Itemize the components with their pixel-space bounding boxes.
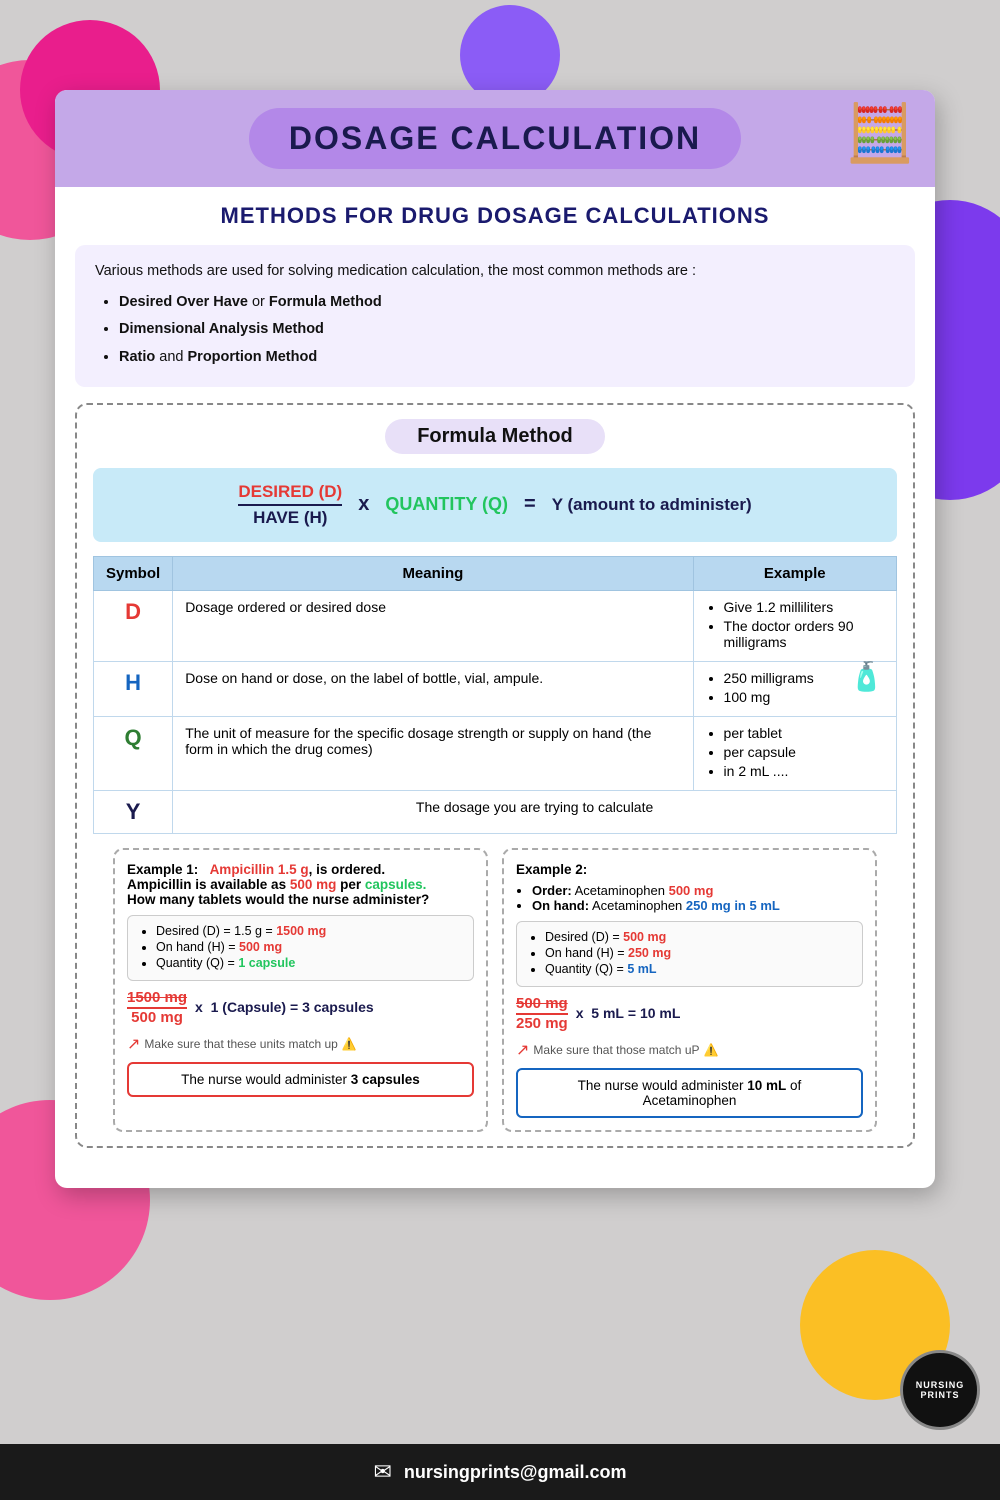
desired-label: DESIRED (D) (238, 482, 342, 506)
ex2-calc-eq: x 5 mL = 10 mL (576, 1005, 681, 1021)
symbol-q: Q (94, 716, 173, 790)
footer-email: nursingprints@gmail.com (404, 1462, 627, 1483)
intro-box: Various methods are used for solving med… (75, 245, 915, 387)
symbols-table: Symbol Meaning Example D Dosage ordered … (93, 556, 897, 834)
email-icon: ✉ (373, 1459, 391, 1485)
ex2-numerator: 500 mg (516, 995, 568, 1015)
ex1-arrow-icon: ↗ (127, 1034, 140, 1054)
examples-row: Example 1: Ampicillin 1.5 g, is ordered.… (113, 848, 877, 1132)
nursing-badge: NURSINGPRINTS (900, 1350, 980, 1430)
formula-section: Formula Method DESIRED (D) HAVE (H) x QU… (75, 403, 915, 1148)
ex2-calc-row: 500 mg 250 mg x 5 mL = 10 mL (516, 995, 863, 1032)
ex1-label: Example 1: (127, 862, 198, 877)
table-row-q: Q The unit of measure for the specific d… (94, 716, 897, 790)
ex2-answer-box: The nurse would administer 10 mL of Acet… (516, 1068, 863, 1118)
ex1-match-note: ↗ Make sure that these units match up ⚠️ (127, 1034, 474, 1054)
meaning-d: Dosage ordered or desired dose (173, 590, 693, 661)
ex2-label: Example 2: (516, 862, 587, 877)
list-item: Ratio and Proportion Method (119, 345, 895, 370)
ex2-match-note: ↗ Make sure that those match uP ⚠️ (516, 1040, 863, 1060)
have-label: HAVE (H) (253, 506, 327, 528)
list-item: Desired Over Have or Formula Method (119, 290, 895, 315)
times-symbol: x (358, 493, 369, 516)
ex1-drug: Ampicillin 1.5 g (210, 862, 309, 877)
main-card: DOSAGE CALCULATION 🧮 METHODS FOR DRUG DO… (55, 90, 935, 1188)
example-q: per tablet per capsule in 2 mL .... (693, 716, 896, 790)
title-pill: DOSAGE CALCULATION (249, 108, 741, 169)
ex1-fraction: 1500 mg 500 mg (127, 989, 187, 1026)
col-meaning: Meaning (173, 556, 693, 590)
example1-box: Example 1: Ampicillin 1.5 g, is ordered.… (113, 848, 488, 1132)
intro-text: Various methods are used for solving med… (95, 263, 696, 279)
example2-box: Example 2: Order: Acetaminophen 500 mg O… (502, 848, 877, 1132)
badge-text: NURSINGPRINTS (916, 1380, 965, 1400)
page-title: DOSAGE CALCULATION (289, 120, 701, 156)
quantity-label: QUANTITY (Q) (385, 494, 508, 515)
table-row-d: D Dosage ordered or desired dose Give 1.… (94, 590, 897, 661)
methods-subtitle: METHODS FOR DRUG DOSAGE CALCULATIONS (55, 187, 935, 237)
ex2-bullet-box: Desired (D) = 500 mg On hand (H) = 250 m… (516, 921, 863, 987)
col-example: Example (693, 556, 896, 590)
table-row-h: H Dose on hand or dose, on the label of … (94, 661, 897, 716)
ex1-warning-icon: ⚠️ (342, 1037, 357, 1051)
footer: ✉ nursingprints@gmail.com (0, 1444, 1000, 1500)
ex2-answer: The nurse would administer 10 mL of Acet… (578, 1078, 802, 1108)
ex1-denominator: 500 mg (131, 1009, 183, 1026)
meaning-q: The unit of measure for the specific dos… (173, 716, 693, 790)
meaning-y: The dosage you are trying to calculate (173, 790, 897, 833)
ex1-match-text: Make sure that these units match up (144, 1037, 337, 1051)
symbol-y: Y (94, 790, 173, 833)
ex2-denominator: 250 mg (516, 1015, 568, 1032)
ex1-numerator: 1500 mg (127, 989, 187, 1009)
ex1-answer-box: The nurse would administer 3 capsules (127, 1062, 474, 1097)
table-row-y: Y The dosage you are trying to calculate (94, 790, 897, 833)
ex2-warning-icon: ⚠️ (704, 1043, 719, 1057)
equals-symbol: = (524, 493, 536, 516)
calculator-icon: 🧮 (845, 100, 915, 166)
formula-label: Formula Method (93, 419, 897, 454)
example1-title: Example 1: Ampicillin 1.5 g, is ordered.… (127, 862, 474, 907)
ex2-fraction: 500 mg 250 mg (516, 995, 568, 1032)
title-section: DOSAGE CALCULATION 🧮 (55, 90, 935, 187)
example-d: Give 1.2 milliliters The doctor orders 9… (693, 590, 896, 661)
formula-equation-box: DESIRED (D) HAVE (H) x QUANTITY (Q) = Y … (93, 468, 897, 542)
ex1-calc-eq: x 1 (Capsule) = 3 capsules (195, 999, 374, 1015)
ex2-arrow-icon: ↗ (516, 1040, 529, 1060)
example-h: 🧴 250 milligrams 100 mg (693, 661, 896, 716)
list-item: Dimensional Analysis Method (119, 317, 895, 342)
methods-list: Desired Over Have or Formula Method Dime… (95, 290, 895, 370)
y-label: Y (amount to administer) (552, 495, 752, 515)
symbol-d: D (94, 590, 173, 661)
ex2-match-text: Make sure that those match uP (533, 1043, 699, 1057)
dh-fraction: DESIRED (D) HAVE (H) (238, 482, 342, 528)
ex1-calc-row: 1500 mg 500 mg x 1 (Capsule) = 3 capsule… (127, 989, 474, 1026)
bottle-icon: 🧴 (849, 660, 884, 693)
formula-label-pill: Formula Method (385, 419, 605, 454)
meaning-h: Dose on hand or dose, on the label of bo… (173, 661, 693, 716)
col-symbol: Symbol (94, 556, 173, 590)
symbol-h: H (94, 661, 173, 716)
ex1-bullet-box: Desired (D) = 1.5 g = 1500 mg On hand (H… (127, 915, 474, 981)
ex1-answer: The nurse would administer 3 capsules (181, 1072, 420, 1087)
example2-title: Example 2: (516, 862, 863, 877)
